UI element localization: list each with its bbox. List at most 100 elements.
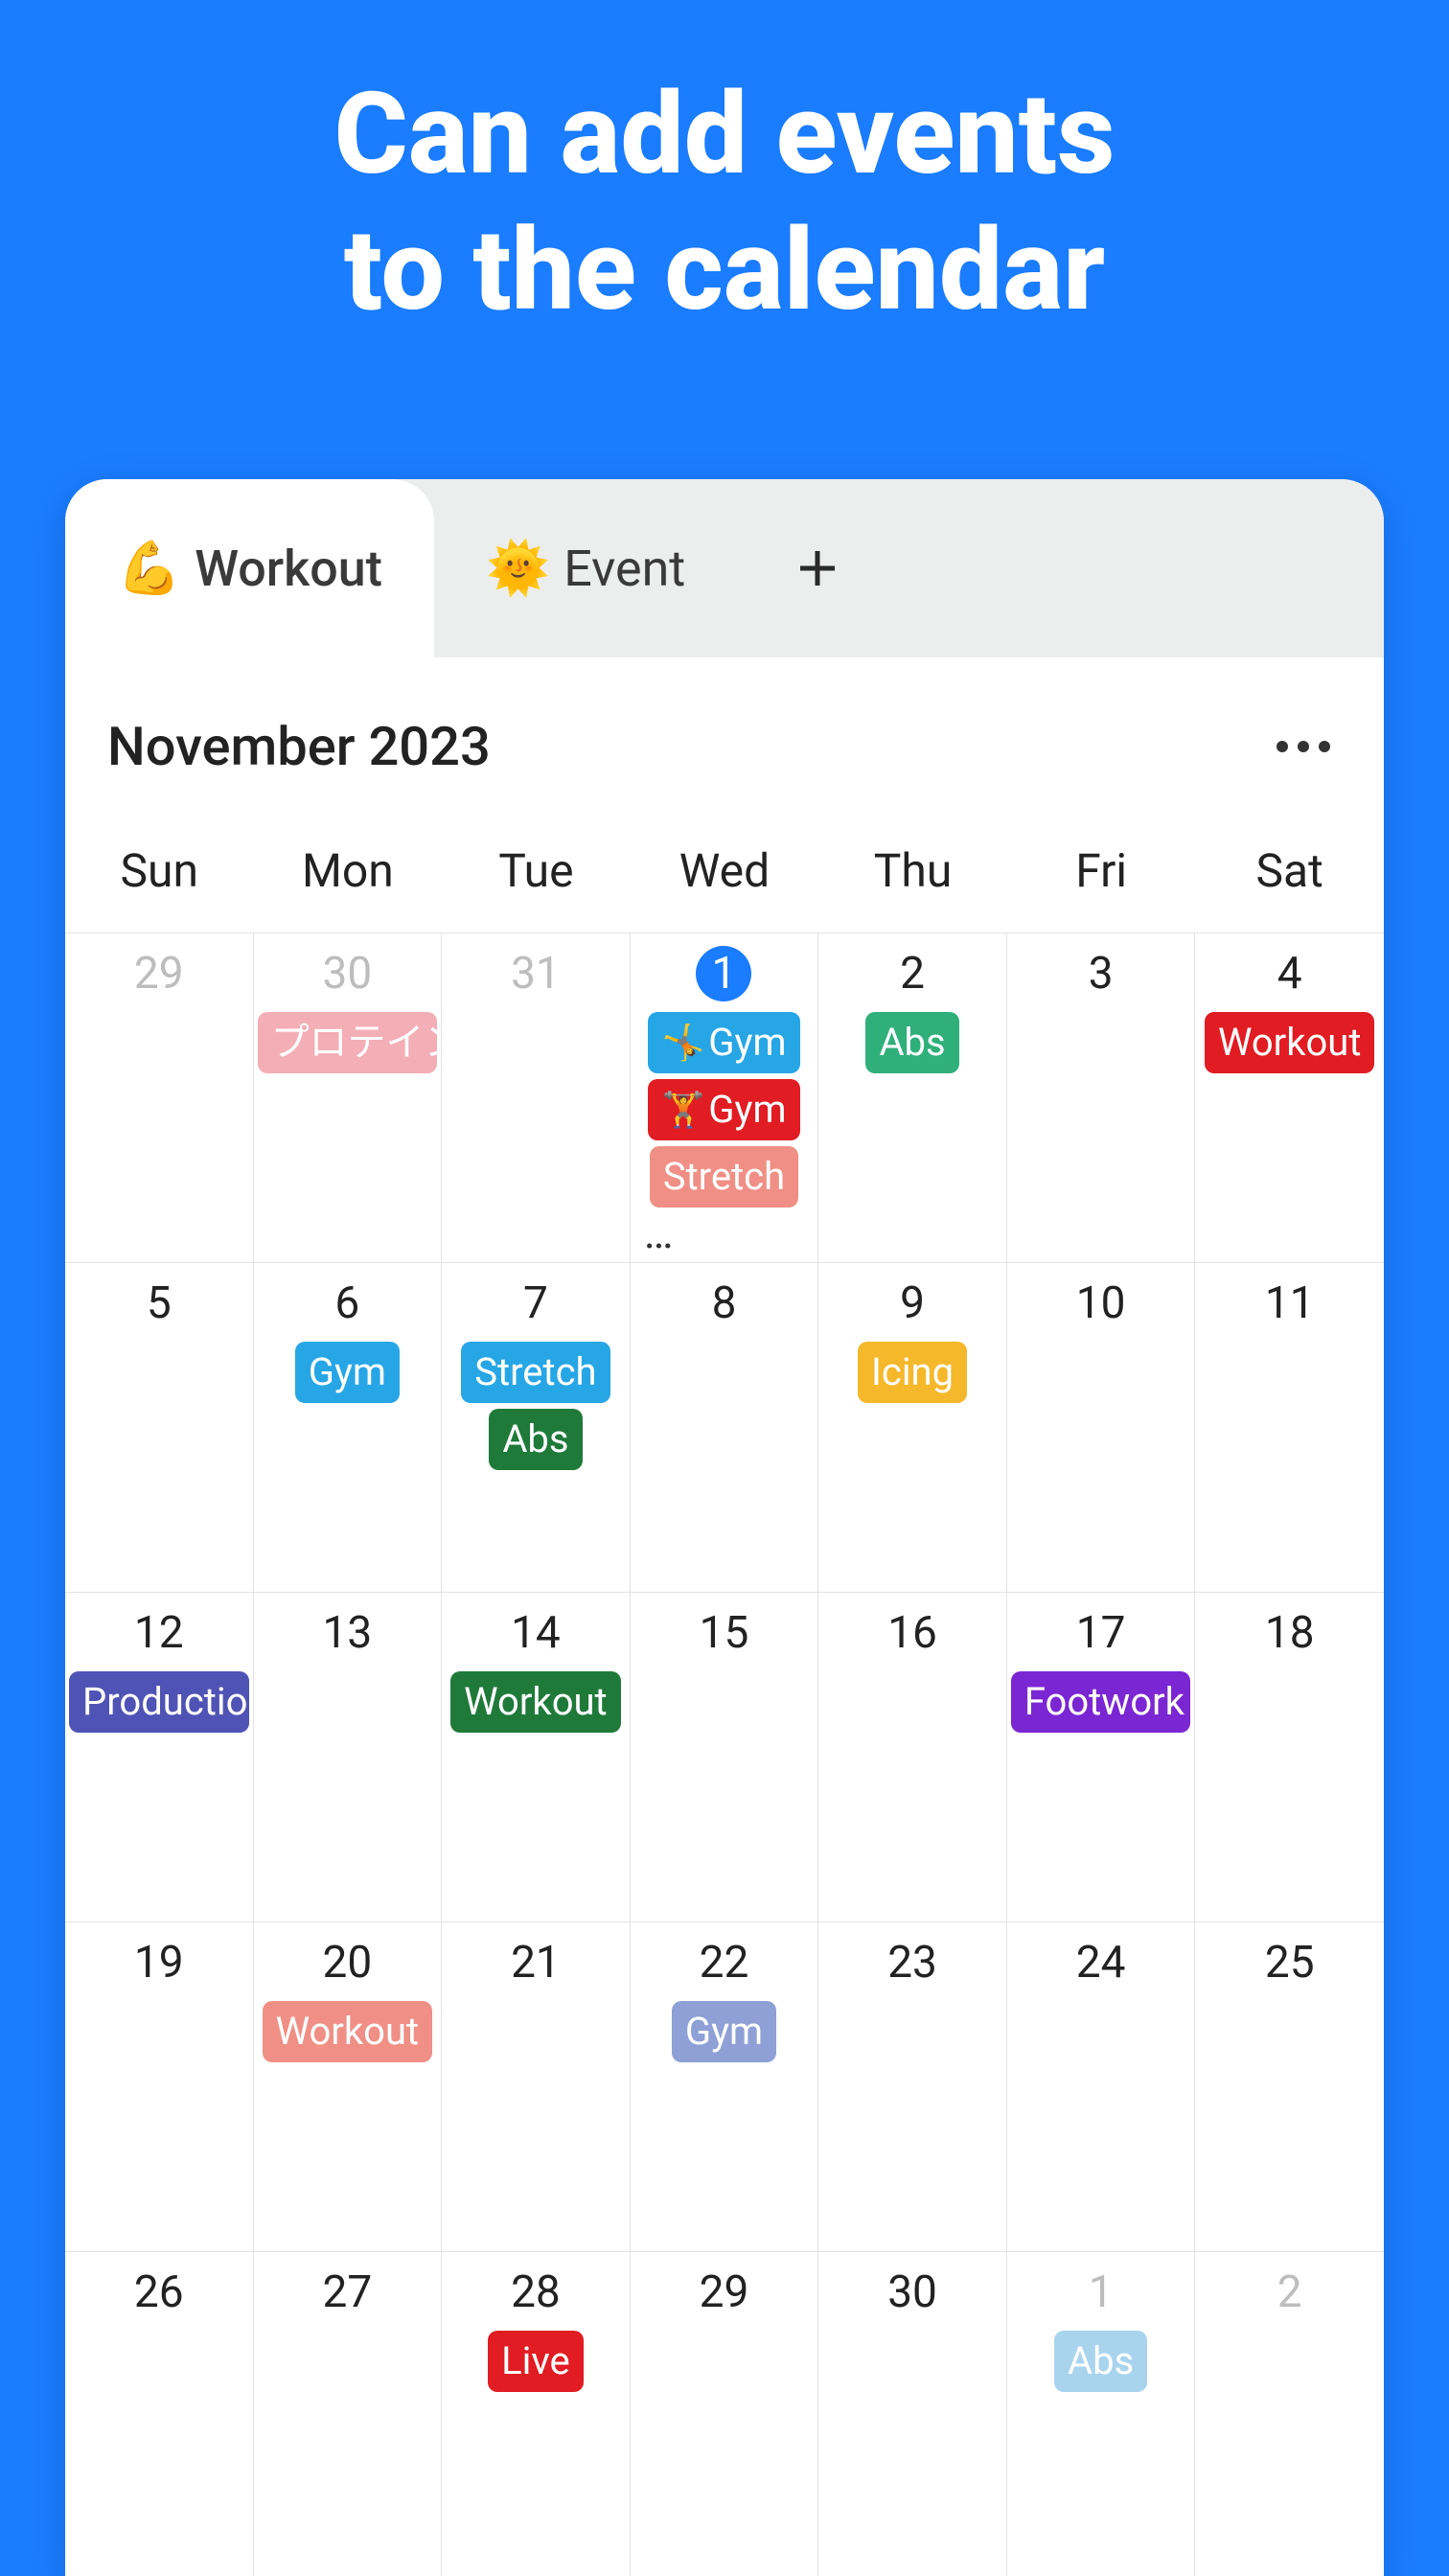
- day-number: 2: [822, 943, 1002, 1004]
- calendar-cell[interactable]: 29: [631, 2251, 819, 2576]
- calendar-cell[interactable]: 11: [1195, 1262, 1384, 1592]
- calendar-cell[interactable]: 24: [1007, 1921, 1196, 2251]
- event-chip-label: Live: [501, 2342, 570, 2380]
- event-chip[interactable]: 🏋️Gym: [648, 1079, 799, 1140]
- calendar-cell[interactable]: 26: [65, 2251, 254, 2576]
- calendar-cell[interactable]: 7StretchAbs: [442, 1262, 631, 1592]
- day-number: 19: [69, 1932, 249, 1993]
- calendar-cell[interactable]: 30プロテイン: [254, 932, 443, 1262]
- day-number: 8: [634, 1273, 815, 1334]
- event-chip[interactable]: Gym: [672, 2001, 776, 2062]
- dot-icon: [1276, 741, 1288, 752]
- calendar-cell[interactable]: 10: [1007, 1262, 1196, 1592]
- day-number: 23: [822, 1932, 1002, 1993]
- calendar-cell[interactable]: 29: [65, 932, 254, 1262]
- add-tab-button[interactable]: [737, 479, 898, 657]
- more-events-indicator[interactable]: …: [634, 1211, 674, 1255]
- event-chip-list: Icing: [822, 1342, 1002, 1403]
- tab-event[interactable]: 🌞 Event: [434, 479, 737, 657]
- event-chip[interactable]: Icing: [858, 1342, 967, 1403]
- event-chip[interactable]: Live: [488, 2331, 584, 2392]
- event-chip-label: Abs: [502, 1420, 568, 1459]
- event-chip[interactable]: Workout: [1205, 1012, 1374, 1073]
- event-chip-label: Workout: [276, 2012, 419, 2051]
- event-chip[interactable]: Abs: [489, 1409, 582, 1470]
- calendar-cell[interactable]: 3: [1007, 932, 1196, 1262]
- calendar-cell[interactable]: 16: [818, 1592, 1007, 1921]
- calendar-cell[interactable]: 30: [818, 2251, 1007, 2576]
- calendar-grid: 2930プロテイン311🤸Gym🏋️GymStretch…2Abs34Worko…: [65, 932, 1384, 2576]
- calendar-cell[interactable]: 28Live: [442, 2251, 631, 2576]
- calendar-cell[interactable]: 15: [631, 1592, 819, 1921]
- event-chip-label: Workout: [464, 1683, 607, 1721]
- event-chip[interactable]: Abs: [865, 1012, 958, 1073]
- calendar-cell[interactable]: 2: [1195, 2251, 1384, 2576]
- day-number: 16: [822, 1602, 1002, 1664]
- tab-workout[interactable]: 💪 Workout: [65, 479, 434, 657]
- day-number: 26: [69, 2262, 249, 2323]
- calendar-cell[interactable]: 8: [631, 1262, 819, 1592]
- event-emoji-icon: 🤸: [661, 1025, 704, 1060]
- event-chip[interactable]: Stretch: [461, 1342, 610, 1403]
- flex-icon: 💪: [117, 539, 181, 599]
- calendar-cell[interactable]: 1🤸Gym🏋️GymStretch…: [631, 932, 819, 1262]
- weekday-label: Sun: [65, 843, 254, 898]
- weekday-label: Thu: [818, 843, 1007, 898]
- event-chip-label: Abs: [879, 1024, 945, 1062]
- app-window: 💪 Workout 🌞 Event November 2023 SunMonTu…: [65, 479, 1384, 2576]
- calendar-cell[interactable]: 17Footwork: [1007, 1592, 1196, 1921]
- more-menu-button[interactable]: [1276, 741, 1342, 752]
- weekday-label: Sat: [1195, 843, 1384, 898]
- event-chip[interactable]: Abs: [1054, 2331, 1147, 2392]
- day-number: 20: [258, 1932, 438, 1993]
- event-chip[interactable]: Gym: [295, 1342, 400, 1403]
- event-chip-list: Productio: [69, 1671, 249, 1733]
- calendar-cell[interactable]: 5: [65, 1262, 254, 1592]
- calendar-cell[interactable]: 27: [254, 2251, 443, 2576]
- calendar-cell[interactable]: 6 Gym: [254, 1262, 443, 1592]
- day-number: 2: [1199, 2262, 1380, 2323]
- calendar-cell[interactable]: 25: [1195, 1921, 1384, 2251]
- calendar-cell[interactable]: 9Icing: [818, 1262, 1007, 1592]
- calendar-cell[interactable]: 21: [442, 1921, 631, 2251]
- calendar-cell[interactable]: 4Workout: [1195, 932, 1384, 1262]
- event-chip-label: Stretch: [663, 1158, 785, 1196]
- calendar-cell[interactable]: 1Abs: [1007, 2251, 1196, 2576]
- event-chip-label: Stretch: [474, 1353, 596, 1392]
- day-number: 29: [69, 943, 249, 1004]
- event-chip[interactable]: Workout: [450, 1671, 620, 1733]
- calendar-cell[interactable]: 19: [65, 1921, 254, 2251]
- event-chip[interactable]: Stretch: [650, 1146, 798, 1208]
- hero-line-1: Can add events: [0, 67, 1449, 203]
- event-chip-list: Live: [446, 2331, 626, 2392]
- tab-bar: 💪 Workout 🌞 Event: [65, 479, 1384, 657]
- calendar-cell[interactable]: 31: [442, 932, 631, 1262]
- calendar-cell[interactable]: 23: [818, 1921, 1007, 2251]
- day-number: 25: [1199, 1932, 1380, 1993]
- event-chip-list: Workout: [446, 1671, 626, 1733]
- event-emoji-icon: 🏋️: [661, 1092, 704, 1127]
- calendar-cell[interactable]: 22Gym: [631, 1921, 819, 2251]
- dot-icon: [1298, 741, 1309, 752]
- calendar-cell[interactable]: 13: [254, 1592, 443, 1921]
- calendar-cell[interactable]: 18: [1195, 1592, 1384, 1921]
- day-number: 6: [258, 1273, 438, 1334]
- calendar-cell[interactable]: 14Workout: [442, 1592, 631, 1921]
- event-chip[interactable]: 🤸Gym: [648, 1012, 799, 1073]
- weekday-label: Wed: [631, 843, 819, 898]
- event-chip-label: Icing: [871, 1353, 954, 1392]
- month-title: November 2023: [107, 715, 491, 778]
- event-chip[interactable]: Productio: [69, 1671, 249, 1733]
- calendar-cell[interactable]: 12Productio: [65, 1592, 254, 1921]
- calendar-cell[interactable]: 20 Workout: [254, 1921, 443, 2251]
- tab-event-label: Event: [564, 540, 685, 598]
- calendar-cell[interactable]: 2 Abs: [818, 932, 1007, 1262]
- tab-workout-label: Workout: [195, 540, 382, 598]
- event-chip-label: Gym: [708, 1024, 786, 1062]
- event-chip[interactable]: プロテイン: [258, 1012, 438, 1073]
- event-chip[interactable]: Workout: [263, 2001, 432, 2062]
- event-chip[interactable]: Footwork: [1011, 1671, 1191, 1733]
- event-chip-label: Footwork: [1024, 1683, 1184, 1721]
- event-chip-label: Gym: [309, 1353, 386, 1392]
- event-chip-list: Footwork: [1011, 1671, 1191, 1733]
